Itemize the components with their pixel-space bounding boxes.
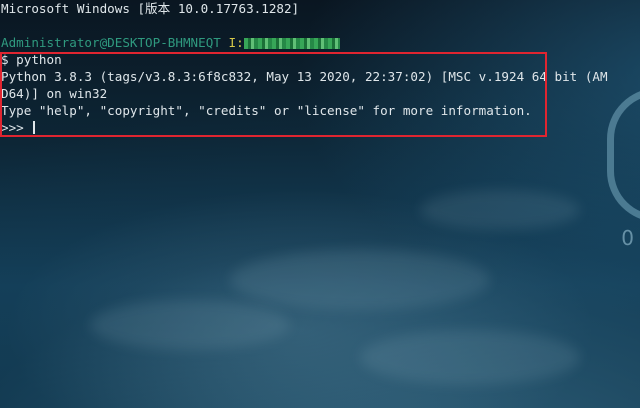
terminal-window[interactable]: 0 Microsoft Windows [版本 10.0.17763.1282]… (0, 0, 640, 408)
wallpaper-clock-digit: 0 (621, 226, 634, 250)
shell-prompt-line: Administrator@DESKTOP-BHMNEQT I: (1, 34, 640, 51)
highlight-annotation-box (0, 52, 547, 137)
background-cloud (420, 190, 580, 230)
background-cloud (90, 300, 290, 350)
redacted-path (243, 38, 340, 49)
background-cloud (360, 330, 580, 385)
prompt-path: I: (228, 35, 244, 50)
system-header-line: Microsoft Windows [版本 10.0.17763.1282] (1, 1, 300, 16)
background-cloud (230, 250, 490, 310)
prompt-user-host: Administrator@DESKTOP-BHMNEQT (1, 35, 221, 50)
